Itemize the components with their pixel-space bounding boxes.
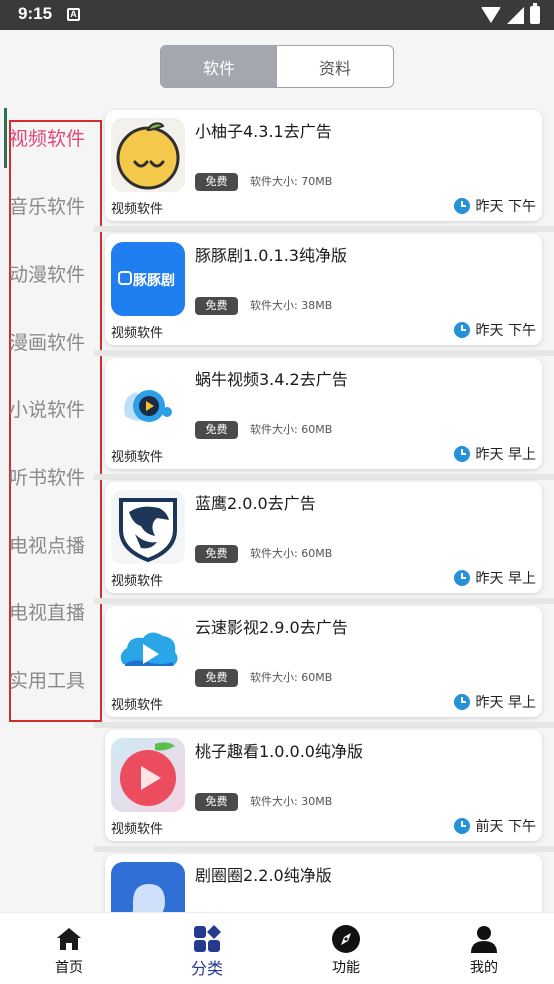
app-name: 蓝鹰2.0.0去广告	[195, 494, 316, 513]
category-novels[interactable]: 小说软件	[9, 395, 85, 422]
app-name: 豚豚剧1.0.1.3纯净版	[195, 246, 347, 265]
app-category: 视频软件	[111, 450, 164, 465]
nav-profile[interactable]: 我的	[439, 913, 529, 984]
category-tv-live[interactable]: 电视直播	[9, 598, 85, 625]
peach-play-icon	[111, 738, 185, 812]
tab-materials[interactable]: 资料	[277, 46, 393, 87]
free-badge: 免费	[195, 545, 238, 563]
app-time: 前天 下午	[453, 816, 536, 836]
category-video[interactable]: 视频软件	[9, 124, 85, 151]
app-category: 视频软件	[111, 202, 164, 217]
card-divider	[94, 722, 554, 728]
clock-icon	[453, 570, 470, 586]
app-name: 云速影视2.9.0去广告	[195, 618, 348, 637]
person-icon	[471, 926, 497, 953]
time-text: 前天 下午	[475, 819, 536, 835]
app-size: 软件大小: 38MB	[250, 299, 333, 312]
free-badge: 免费	[195, 793, 238, 811]
clock-icon	[453, 446, 470, 462]
app-card[interactable]: 蜗牛视频3.4.2去广告 免费 软件大小: 60MB 视频软件 昨天 早上	[105, 358, 542, 469]
category-tools[interactable]: 实用工具	[9, 666, 85, 693]
snail-video-icon	[111, 366, 185, 440]
app-time: 昨天 下午	[453, 196, 536, 216]
category-icon	[194, 925, 221, 952]
status-icons	[481, 3, 540, 24]
card-divider	[94, 846, 554, 852]
app-card[interactable]: 蓝鹰2.0.0去广告 免费 软件大小: 60MB 视频软件 昨天 早上	[105, 482, 542, 593]
app-card[interactable]: 豚豚剧 豚豚剧1.0.1.3纯净版 免费 软件大小: 38MB 视频软件 昨天 …	[105, 234, 542, 345]
time-text: 昨天 早上	[475, 695, 536, 711]
app-size: 软件大小: 70MB	[250, 175, 333, 188]
app-time: 昨天 早上	[453, 568, 536, 588]
scroll-indicator	[4, 108, 7, 168]
app-name: 小柚子4.3.1去广告	[195, 122, 332, 141]
status-time: 9:15	[18, 4, 53, 23]
free-badge: 免费	[195, 297, 238, 315]
time-text: 昨天 下午	[475, 323, 536, 339]
icon-text: 豚豚剧	[133, 273, 175, 289]
app-category: 视频软件	[111, 574, 164, 589]
cloud-play-icon	[111, 614, 185, 688]
category-comics[interactable]: 漫画软件	[9, 328, 85, 355]
nav-label: 分类	[190, 959, 223, 978]
time-text: 昨天 下午	[475, 199, 536, 215]
nav-label: 我的	[470, 960, 498, 976]
app-category: 视频软件	[111, 698, 164, 713]
status-bar: 9:15 A	[0, 0, 554, 30]
nav-features[interactable]: 功能	[301, 913, 391, 984]
clock-icon	[453, 322, 470, 338]
free-badge: 免费	[195, 173, 238, 191]
app-name: 桃子趣看1.0.0.0纯净版	[195, 742, 363, 761]
card-divider	[94, 474, 554, 480]
app-category: 视频软件	[111, 326, 164, 341]
nav-label: 首页	[55, 960, 83, 976]
app-card[interactable]: 小柚子4.3.1去广告 免费 软件大小: 70MB 视频软件 昨天 下午	[105, 110, 542, 221]
card-divider	[94, 350, 554, 356]
bottom-nav: 首页 分类 功能 我的	[0, 912, 554, 984]
eagle-icon	[111, 490, 185, 564]
time-text: 昨天 早上	[475, 571, 536, 587]
app-card[interactable]: 云速影视2.9.0去广告 免费 软件大小: 60MB 视频软件 昨天 早上	[105, 606, 542, 717]
app-size: 软件大小: 60MB	[250, 423, 333, 436]
nav-home[interactable]: 首页	[24, 913, 114, 984]
app-card[interactable]: 桃子趣看1.0.0.0纯净版 免费 软件大小: 30MB 视频软件 前天 下午	[105, 730, 542, 841]
tab-software[interactable]: 软件	[161, 46, 277, 87]
segmented-tabs: 软件 资料	[160, 45, 394, 88]
clock-icon	[453, 694, 470, 710]
time-text: 昨天 早上	[475, 447, 536, 463]
app-size: 软件大小: 60MB	[250, 547, 333, 560]
category-tv-on-demand[interactable]: 电视点播	[9, 531, 85, 558]
free-badge: 免费	[195, 421, 238, 439]
app-size: 软件大小: 60MB	[250, 671, 333, 684]
app-name: 剧圈圈2.2.0纯净版	[195, 866, 332, 885]
signal-icon	[507, 6, 524, 24]
home-icon	[57, 928, 81, 950]
app-category: 视频软件	[111, 822, 164, 837]
free-badge: 免费	[195, 669, 238, 687]
app-size: 软件大小: 30MB	[250, 795, 333, 808]
compass-icon	[332, 925, 360, 953]
app-time: 昨天 下午	[453, 320, 536, 340]
notification-icon: A	[67, 8, 80, 21]
battery-icon	[530, 3, 540, 24]
category-music[interactable]: 音乐软件	[9, 192, 85, 219]
app-name: 蜗牛视频3.4.2去广告	[195, 370, 348, 389]
citrus-icon	[111, 118, 185, 192]
nav-label: 功能	[332, 960, 360, 976]
app-time: 昨天 早上	[453, 692, 536, 712]
clock-icon	[453, 198, 470, 214]
category-anime[interactable]: 动漫软件	[9, 260, 85, 287]
card-divider	[94, 598, 554, 604]
wifi-icon	[481, 7, 501, 23]
app-time: 昨天 早上	[453, 444, 536, 464]
clock-icon	[453, 818, 470, 834]
category-audiobooks[interactable]: 听书软件	[9, 463, 85, 490]
card-divider	[94, 226, 554, 232]
nav-category[interactable]: 分类	[162, 913, 252, 984]
tuntunju-icon: 豚豚剧	[111, 242, 185, 316]
